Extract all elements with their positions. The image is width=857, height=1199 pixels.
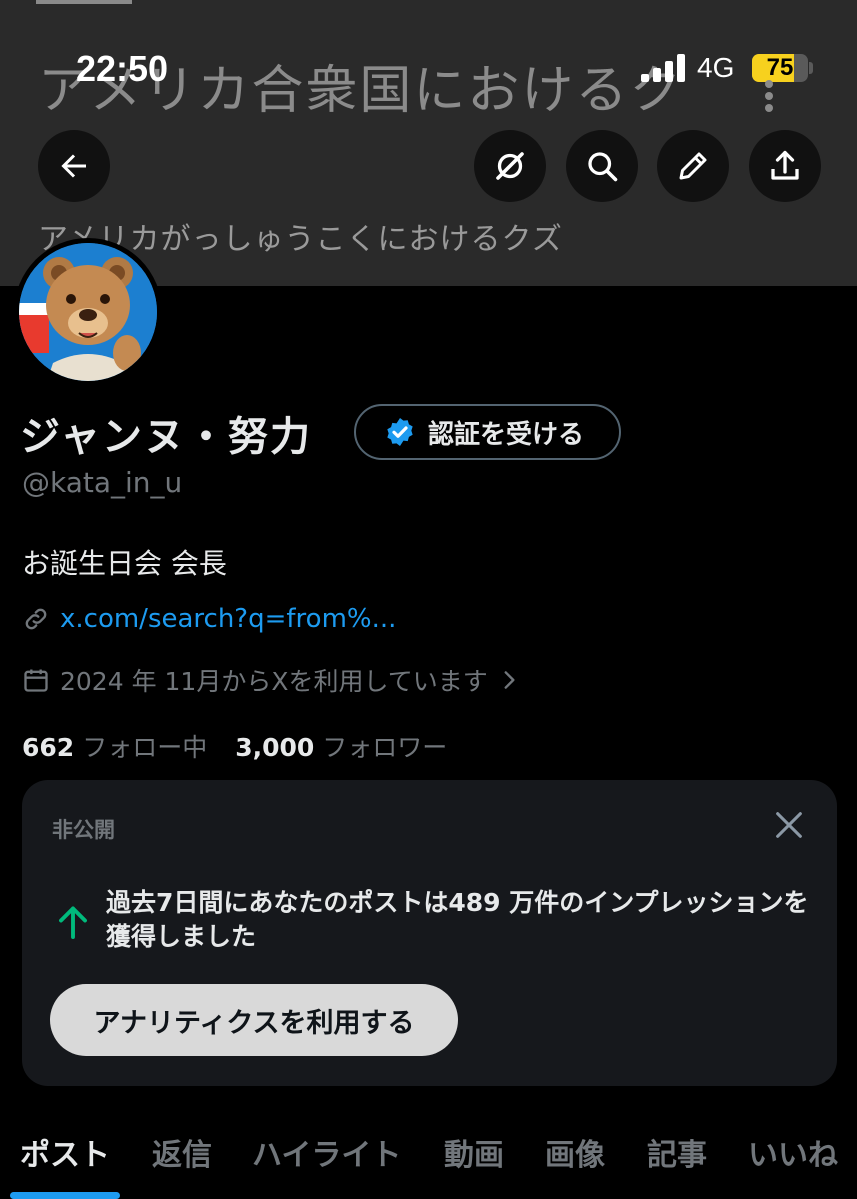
tab-likes[interactable]: いいね (748, 1130, 838, 1174)
close-icon[interactable] (772, 808, 806, 842)
calendar-icon (24, 669, 48, 692)
search-button[interactable] (566, 130, 638, 202)
network-type: 4G (697, 52, 735, 83)
pencil-icon (679, 152, 707, 180)
username: @kata_in_u (22, 466, 183, 499)
verified-badge-icon (387, 418, 413, 446)
tab-posts[interactable]: ポスト (20, 1130, 110, 1174)
signal-icon (641, 54, 687, 82)
arrow-up-icon (59, 906, 87, 939)
more-icon[interactable] (764, 78, 774, 112)
chevron-right-icon (504, 671, 515, 689)
grok-icon (496, 152, 524, 180)
battery-icon: 75 (752, 54, 808, 82)
get-verified-label: 認証を受ける (428, 419, 585, 450)
active-tab-indicator (10, 1192, 120, 1199)
tab-images[interactable]: 画像 (545, 1130, 605, 1174)
tab-highlights[interactable]: ハイライト (252, 1130, 401, 1174)
link-icon (25, 608, 47, 630)
avatar[interactable] (14, 238, 162, 386)
search-icon (588, 152, 618, 182)
get-verified-button[interactable]: 認証を受ける (354, 404, 621, 460)
grok-button[interactable] (474, 130, 546, 202)
follow-stats: 662 フォロー中 3,000 フォロワー (22, 728, 447, 764)
following-link[interactable]: 662 フォロー中 (22, 733, 207, 762)
website-row: x.com/search?q=from%... (22, 604, 396, 634)
bio: お誕生日会 会長 (22, 547, 227, 580)
battery-percent: 75 (766, 54, 794, 81)
following-count: 662 (22, 733, 75, 762)
edit-button[interactable] (657, 130, 729, 202)
profile-tabs: ポスト 返信 ハイライト 動画 画像 記事 いいね (0, 1126, 857, 1199)
status-time: 22:50 (76, 48, 169, 89)
bear-avatar-image (19, 243, 157, 381)
followers-count: 3,000 (235, 733, 315, 762)
tab-articles[interactable]: 記事 (647, 1130, 707, 1174)
following-label: フォロー中 (82, 733, 208, 762)
impressions-message: 過去7日間にあなたのポストは489 万件のインプレッションを獲得しました (106, 888, 809, 951)
joined-date: 2024 年 11月からXを利用しています (60, 667, 488, 696)
share-icon (771, 150, 799, 180)
followers-link[interactable]: 3,000 フォロワー (235, 733, 447, 762)
use-analytics-button[interactable]: アナリティクスを利用する (50, 984, 458, 1056)
battery-tip (809, 62, 813, 74)
share-button[interactable] (749, 130, 821, 202)
display-name: ジャンヌ・努力 (20, 414, 312, 460)
private-analytics-card: 非公開 過去7日間にあなたのポストは489 万件のインプレッションを獲得しました… (22, 780, 837, 1086)
website-link[interactable]: x.com/search?q=from%... (60, 604, 396, 634)
profile-banner[interactable]: アメリカ合衆国におけるク ズ アメリカがっしゅうこくにおけるクズ (0, 0, 857, 286)
followers-label: フォロワー (322, 733, 448, 762)
banner-edge (36, 0, 132, 4)
back-button[interactable] (38, 130, 110, 202)
private-label: 非公開 (52, 818, 115, 842)
tab-videos[interactable]: 動画 (444, 1130, 504, 1174)
joined-row[interactable]: 2024 年 11月からXを利用しています (22, 662, 522, 698)
arrow-left-icon (61, 154, 86, 178)
tab-replies[interactable]: 返信 (152, 1130, 212, 1174)
